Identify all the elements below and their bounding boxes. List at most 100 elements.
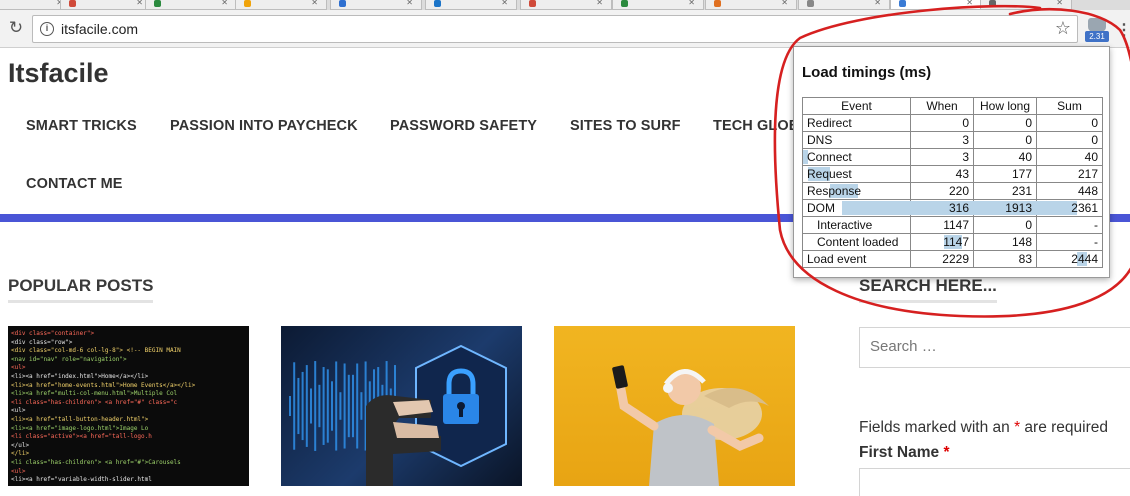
binary-stream-bar [322,367,325,445]
site-title[interactable]: Itsfacile [8,58,109,89]
binary-stream-bar [318,384,321,428]
tab-favicon-icon [529,0,536,7]
how-long-cell: 1913 [973,199,1037,217]
post-thumbnail-code[interactable]: <div class="container"> <div class="row"… [8,326,249,486]
how-long-cell: 0 [973,131,1037,149]
browser-tab[interactable]: ✕ [798,0,890,10]
when-cell: 2229 [910,250,974,268]
first-name-input[interactable] [859,468,1130,496]
tab-favicon-icon [434,0,441,7]
browser-tab[interactable]: ✕ [520,0,612,10]
code-line: <li><a href="multi-col-menu.html">Multip… [11,390,178,398]
tab-close-icon[interactable]: ✕ [136,0,143,7]
event-cell: DOM [802,199,911,217]
how-long-cell: 40 [973,148,1037,166]
timing-highlight-bar [841,201,911,215]
tab-close-icon[interactable]: ✕ [501,0,508,7]
load-timings-popup: Load timings (ms) Event When How long Su… [793,46,1110,278]
browser-menu-icon[interactable]: ⋮ [1116,20,1130,40]
column-header-when: When [910,97,974,115]
browser-tab-active[interactable]: ✕ [890,0,982,10]
first-name-label: First Name * [859,444,949,462]
post-thumbnail-security[interactable] [281,326,522,486]
nav-item-smart-tricks[interactable]: SMART TRICKS [26,118,137,134]
required-note-text: Fields marked with an [859,419,1015,436]
event-cell-text: DNS [807,133,833,147]
tab-favicon-icon [989,0,996,7]
browser-tab[interactable]: ✕ [235,0,327,10]
table-row: DOM 316 1913 2361 [802,199,1103,217]
table-row: Redirect 0 0 0 [802,114,1103,132]
url-text[interactable]: itsfacile.com [61,21,138,37]
tab-close-icon[interactable]: ✕ [596,0,603,7]
search-heading: SEARCH HERE... [859,276,997,303]
table-header-row: Event When How long Sum [802,97,1103,115]
sum-cell: 2361 [1036,199,1103,217]
page-load-time-extension-button[interactable]: 2.31 [1085,16,1109,44]
column-header-sum: Sum [1036,97,1103,115]
sum-cell-text: 0 [1091,133,1098,147]
browser-tab[interactable]: ✕ [425,0,517,10]
sum-cell: - [1036,216,1103,234]
browser-tab[interactable]: ✕ [60,0,152,10]
how-long-cell-text: 83 [1018,252,1032,266]
binary-stream-bar [310,388,312,424]
code-line: <li><a href="image-logo.html">Image Lo [11,424,149,432]
when-cell-text: 3 [962,133,969,147]
browser-tab[interactable]: ✕ [705,0,797,10]
event-cell-text: Load event [807,252,867,266]
nav-item-passion-into-paycheck[interactable]: PASSION INTO PAYCHECK [170,118,358,134]
event-cell: Load event [802,250,911,268]
how-long-cell-text: 231 [1011,184,1032,198]
binary-stream-bar [335,361,338,451]
table-row: DNS 3 0 0 [802,131,1103,149]
address-bar[interactable]: i itsfacile.com ☆ [32,15,1078,43]
code-line: <li class="active"><a href="tall-logo.h [11,433,152,441]
tab-close-icon[interactable]: ✕ [966,0,973,7]
nav-item-password-safety[interactable]: PASSWORD SAFETY [390,118,537,134]
how-long-cell-text: 0 [1025,133,1032,147]
when-cell-text: 316 [948,201,969,215]
browser-tab[interactable]: ✕ [612,0,704,10]
required-note-text-end: are required [1020,419,1108,436]
event-cell-text: Interactive [817,218,873,232]
table-row: Response 220 231 448 [802,182,1103,200]
tab-close-icon[interactable]: ✕ [406,0,413,7]
browser-tab[interactable]: ✕ [330,0,422,10]
tab-close-icon[interactable]: ✕ [311,0,318,7]
sum-cell: 0 [1036,131,1103,149]
binary-stream-bar [347,374,350,438]
how-long-cell-text: 0 [1025,116,1032,130]
security-illustration [289,344,507,486]
browser-tab[interactable]: ✕ [145,0,237,10]
tab-close-icon[interactable]: ✕ [221,0,228,7]
reload-icon[interactable]: ↻ [6,18,26,38]
when-cell: 43 [910,165,974,183]
nav-item-contact-me[interactable]: CONTACT ME [26,176,123,192]
info-icon[interactable]: i [40,22,54,36]
how-long-cell: 83 [973,250,1037,268]
tab-favicon-icon [154,0,161,7]
tab-favicon-icon [339,0,346,7]
bookmark-star-icon[interactable]: ☆ [1055,18,1071,39]
browser-tab[interactable]: ✕ [980,0,1072,10]
tab-close-icon[interactable]: ✕ [781,0,788,7]
nav-item-sites-to-surf[interactable]: SITES TO SURF [570,118,681,134]
search-field[interactable] [859,327,1130,368]
when-cell: 1147 [910,216,974,234]
search-input[interactable] [870,338,1120,355]
tab-favicon-icon [244,0,251,7]
code-line: <div class="col-md-6 col-lg-8"> <!-- BEG… [11,347,181,355]
event-cell: Interactive [802,216,911,234]
tab-close-icon[interactable]: ✕ [874,0,881,7]
post-thumbnail-music[interactable] [554,326,795,486]
tab-close-icon[interactable]: ✕ [688,0,695,7]
how-long-cell: 177 [973,165,1037,183]
event-cell-text: Redirect [807,116,852,130]
first-name-label-text: First Name [859,444,940,461]
when-cell: 316 [910,199,974,217]
sum-cell: 40 [1036,148,1103,166]
code-line: <div class="container"> [11,330,95,337]
when-cell: 1147 [910,233,974,251]
tab-close-icon[interactable]: ✕ [1056,0,1063,7]
